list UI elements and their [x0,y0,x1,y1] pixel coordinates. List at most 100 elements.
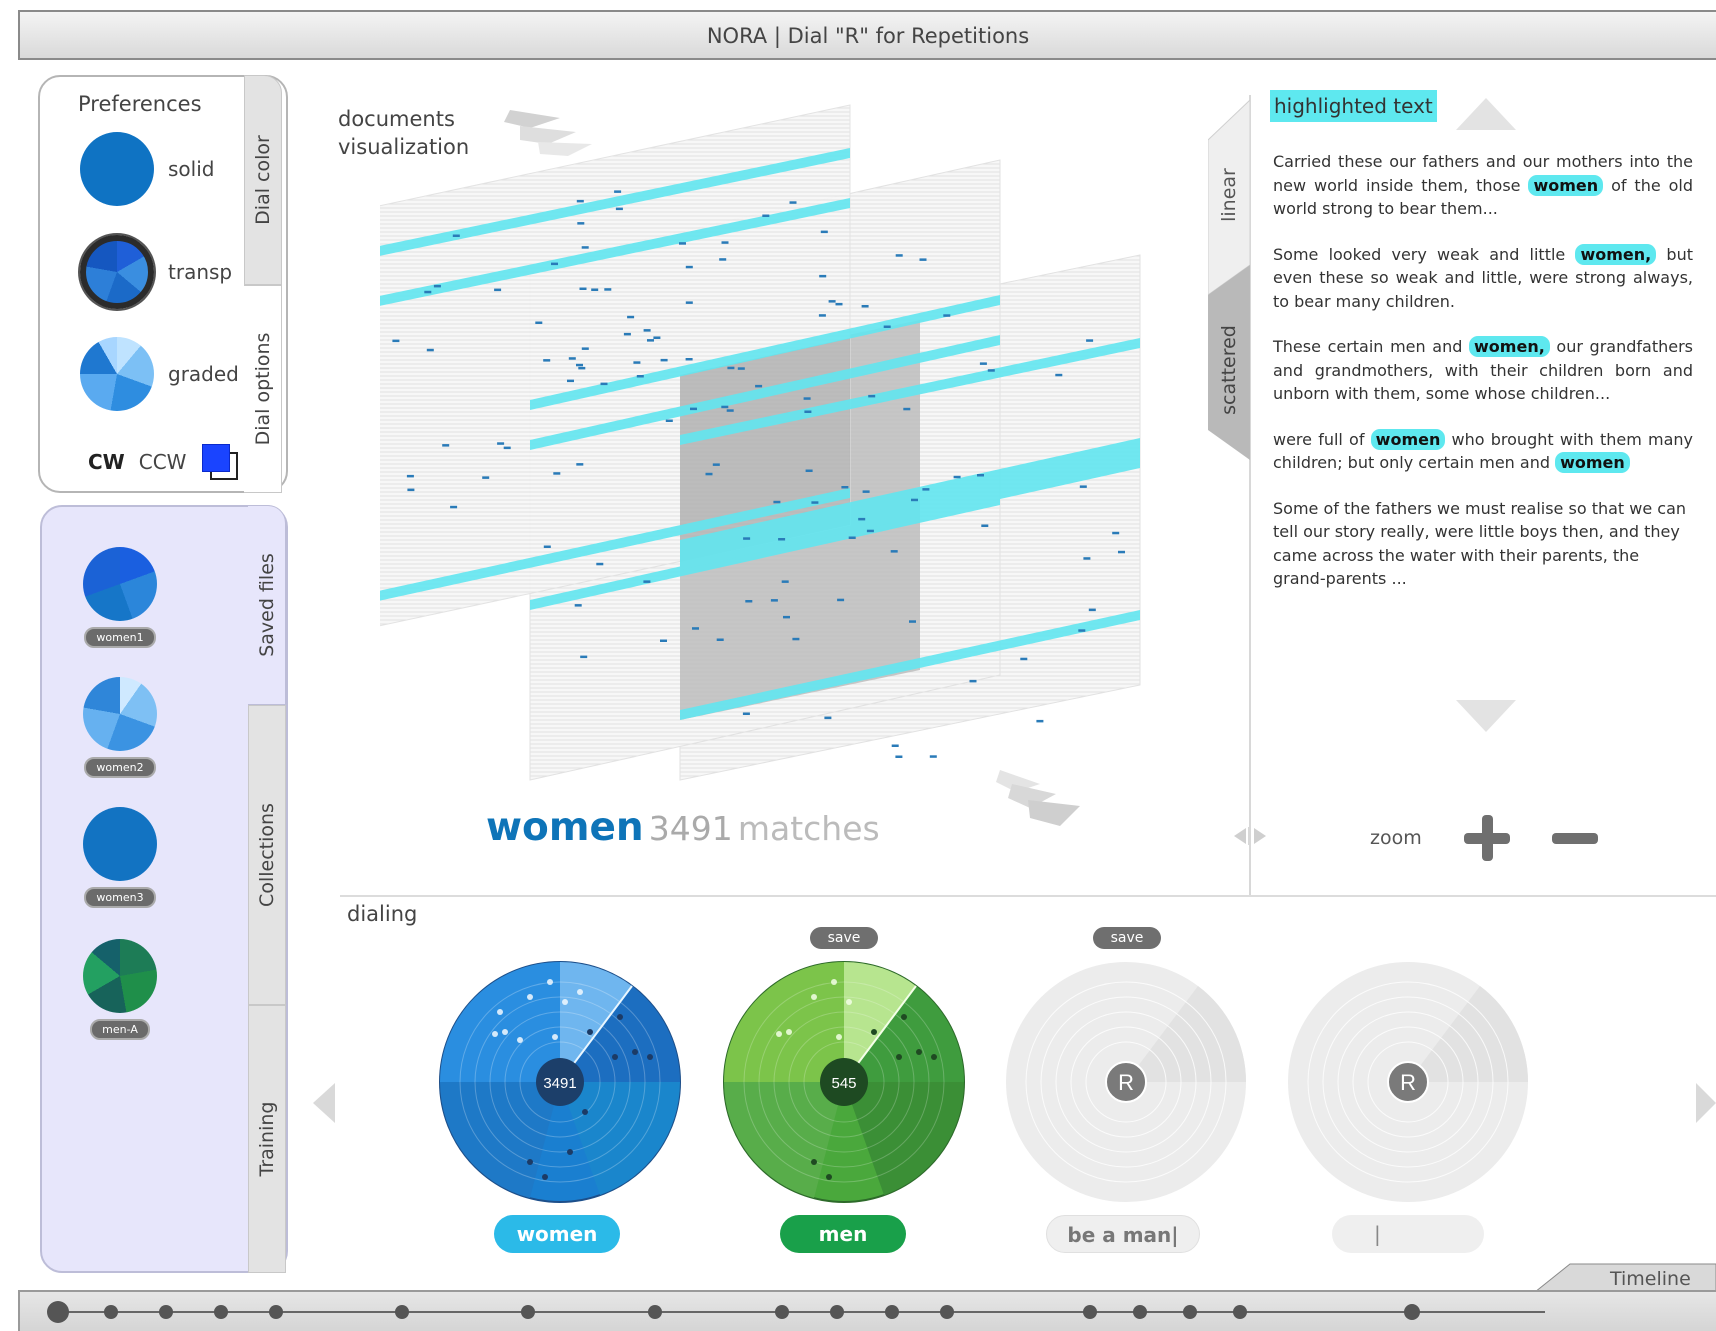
zoom-in-icon[interactable] [1463,815,1510,861]
saved-file-women1[interactable]: women1 [80,547,160,648]
tab-collections[interactable]: Collections [248,705,286,1005]
timeline-bar[interactable] [18,1290,1716,1331]
cw-toggle[interactable]: CW [88,450,125,474]
term-input-women[interactable]: women [494,1215,620,1253]
title-bar: NORA | Dial "R" for Repetitions [18,10,1716,60]
match-marker [805,469,813,472]
zoom-out-icon[interactable] [1551,832,1598,844]
timeline-marker[interactable] [104,1305,118,1319]
dial-next-icon[interactable] [1696,1083,1716,1123]
highlighted-term[interactable]: women [1528,174,1604,196]
timeline-marker[interactable] [1133,1305,1147,1319]
term-input-be-a-man[interactable]: be a man| [1046,1215,1200,1253]
excerpt-paragraph: were full of women who brought with them… [1273,428,1694,473]
option-graded-label: graded [168,362,239,386]
match-marker [665,419,673,422]
timeline-marker[interactable] [47,1301,69,1323]
dial-empty-1[interactable]: R [1004,960,1248,1204]
saved-panel-tabs: Saved files Collections Training [248,505,286,1273]
timeline-marker[interactable] [775,1305,789,1319]
term-input-men[interactable]: men [780,1215,906,1253]
timeline-marker[interactable] [269,1305,283,1319]
match-marker [770,599,778,602]
highlighted-term[interactable]: women [1370,428,1446,450]
option-solid[interactable]: solid [80,132,214,206]
ccw-toggle[interactable]: CCW [139,450,187,474]
match-marker [803,397,811,400]
match-marker [685,301,693,304]
match-marker [891,744,899,747]
save-button[interactable]: save [1093,927,1161,949]
match-marker [773,500,781,504]
direction-row: CW CCW [88,442,240,482]
match-marker [727,366,735,370]
timeline-marker[interactable] [159,1305,173,1319]
save-button[interactable]: save [810,927,878,949]
match-marker [953,475,961,479]
highlighted-term[interactable]: women [1555,452,1630,473]
timeline-marker[interactable] [940,1305,954,1319]
match-marker [868,394,876,398]
rotate-down-icon[interactable] [996,770,1080,826]
documents-visualization[interactable]: women 3491 matches [380,70,1200,890]
timeline-marker[interactable] [885,1305,899,1319]
match-summary: women 3491 matches [486,805,880,850]
match-marker [551,262,558,266]
tab-scattered[interactable]: scattered [1208,290,1250,450]
match-marker [623,332,631,336]
highlighted-term[interactable]: women, [1469,336,1550,357]
dial-men-graphic: 545 [723,961,965,1203]
match-marker [653,336,661,339]
saved-file-women2[interactable]: women2 [80,677,160,778]
color-picker-icon[interactable] [200,442,240,482]
match-marker [862,490,870,493]
timeline-marker[interactable] [1404,1304,1420,1320]
dial-women[interactable]: 3491 [438,960,682,1204]
tab-dial-color[interactable]: Dial color [244,75,282,285]
match-marker [1079,485,1087,488]
saved-file-men-a[interactable]: men-A [80,939,160,1040]
dial-empty-2[interactable]: R [1286,960,1530,1204]
timeline-marker[interactable] [1183,1305,1197,1319]
timeline-marker[interactable] [214,1305,228,1319]
split-handle-icon[interactable] [1232,825,1268,847]
timeline-marker[interactable] [648,1305,662,1319]
term-input-empty[interactable]: | [1332,1215,1484,1253]
match-marker [494,288,502,292]
match-marker [811,501,819,504]
preferences-heading: Preferences [78,92,202,116]
match-marker [636,375,644,378]
match-marker [576,199,584,203]
document-planes[interactable] [380,70,1200,890]
match-marker [848,536,856,539]
option-transp[interactable]: transp [80,235,232,309]
tab-dial-options[interactable]: Dial options [244,285,282,493]
dial-men[interactable]: 545 [722,960,966,1204]
tab-training[interactable]: Training [248,1005,286,1273]
timeline-marker[interactable] [1083,1305,1097,1319]
dial-women-graphic: 3491 [439,961,681,1203]
match-marker [890,550,898,553]
saved-file-women3[interactable]: women3 [80,807,160,908]
dial-empty-1-graphic: R [1006,962,1246,1202]
saved-dial-icon [83,807,157,881]
timeline-marker[interactable] [395,1305,409,1319]
match-marker [690,407,697,411]
timeline-marker[interactable] [521,1305,535,1319]
match-marker [643,580,651,583]
match-marker [574,604,582,607]
window-title: NORA | Dial "R" for Repetitions [706,24,1030,48]
timeline-marker[interactable] [1233,1305,1247,1319]
scroll-down-icon[interactable] [1456,700,1516,732]
option-graded[interactable]: graded [80,337,239,411]
match-marker [911,498,918,502]
scroll-up-icon[interactable] [1456,98,1516,130]
saved-dial-icon [83,939,157,1013]
tab-linear[interactable]: linear [1208,100,1250,290]
timeline-label: Timeline [1610,1268,1691,1290]
dial-prev-icon[interactable] [313,1083,335,1123]
highlighted-term[interactable]: women, [1575,243,1657,265]
tab-saved-files[interactable]: Saved files [248,505,286,705]
rotate-up-icon[interactable] [504,110,592,156]
timeline-marker[interactable] [830,1305,844,1319]
